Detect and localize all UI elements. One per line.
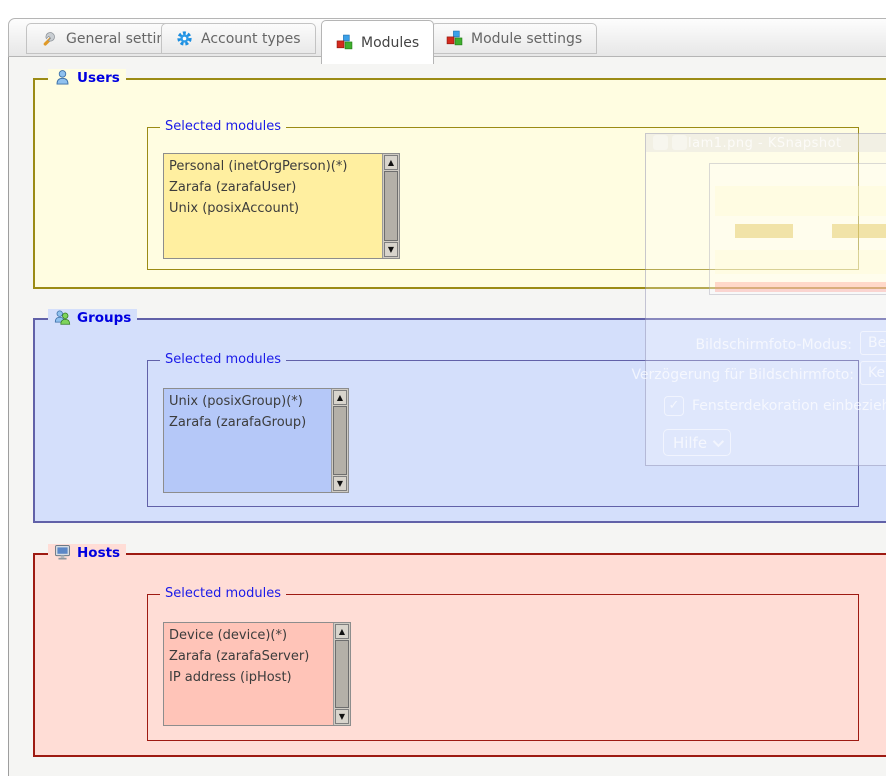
scrollbar[interactable]: ▲ ▼ (333, 623, 350, 725)
scroll-down-button[interactable]: ▼ (384, 242, 398, 257)
section-title: Groups (77, 310, 131, 326)
list-item[interactable]: Unix (posixAccount) (164, 198, 382, 219)
scroll-up-button[interactable]: ▲ (333, 390, 347, 405)
groups-modules-listbox[interactable]: Unix (posixGroup)(*) Zarafa (zarafaGroup… (163, 388, 349, 493)
scroll-down-button[interactable]: ▼ (333, 476, 347, 491)
user-icon (54, 69, 71, 86)
users-modules-list: Personal (inetOrgPerson)(*) Zarafa (zara… (164, 156, 382, 258)
hosts-modules-listbox[interactable]: Device (device)(*) Zarafa (zarafaServer)… (163, 622, 351, 726)
list-item[interactable]: Personal (inetOrgPerson)(*) (164, 156, 382, 177)
tab-label: Account types (201, 31, 301, 47)
scrollbar[interactable]: ▲ ▼ (382, 154, 399, 258)
users-selected-modules-fieldset: Selected modules Personal (inetOrgPerson… (147, 127, 859, 270)
modules-icon (336, 34, 353, 51)
scrollbar-thumb[interactable] (335, 640, 349, 708)
users-fieldset: Users Selected modules Personal (inetOrg… (33, 78, 886, 289)
groups-modules-list: Unix (posixGroup)(*) Zarafa (zarafaGroup… (164, 391, 331, 492)
list-item[interactable]: Unix (posixGroup)(*) (164, 391, 331, 412)
tab-bar: General settings Account types Modules (8, 18, 886, 57)
section-title: Users (77, 70, 120, 86)
groups-legend: Groups (48, 309, 137, 326)
hosts-modules-list: Device (device)(*) Zarafa (zarafaServer)… (164, 625, 333, 725)
scrollbar-thumb[interactable] (333, 406, 347, 475)
list-item[interactable]: Zarafa (zarafaServer) (164, 646, 333, 667)
users-legend: Users (48, 69, 126, 86)
list-item[interactable]: Zarafa (zarafaUser) (164, 177, 382, 198)
selected-modules-label: Selected modules (160, 586, 286, 601)
tab-label: Modules (361, 35, 419, 51)
hosts-legend: Hosts (48, 544, 126, 561)
users-modules-listbox[interactable]: Personal (inetOrgPerson)(*) Zarafa (zara… (163, 153, 400, 259)
modules-icon (446, 30, 463, 47)
hosts-fieldset: Hosts Selected modules Device (device)(*… (33, 553, 886, 757)
list-item[interactable]: Device (device)(*) (164, 625, 333, 646)
scroll-down-button[interactable]: ▼ (335, 709, 349, 724)
scroll-up-button[interactable]: ▲ (335, 624, 349, 639)
selected-modules-label: Selected modules (160, 352, 286, 367)
monitor-icon (54, 544, 71, 561)
wrench-icon (41, 30, 58, 47)
groups-selected-modules-fieldset: Selected modules Unix (posixGroup)(*) Za… (147, 360, 859, 507)
groups-fieldset: Groups Selected modules Unix (posixGroup… (33, 318, 886, 523)
section-title: Hosts (77, 545, 120, 561)
list-item[interactable]: IP address (ipHost) (164, 667, 333, 688)
tab-label: Module settings (471, 31, 582, 47)
scrollbar-thumb[interactable] (384, 171, 398, 241)
selected-modules-label: Selected modules (160, 119, 286, 134)
groups-icon (54, 309, 71, 326)
scrollbar[interactable]: ▲ ▼ (331, 389, 348, 492)
tab-modules[interactable]: Modules (321, 20, 434, 64)
tab-account-types[interactable]: Account types (161, 23, 316, 54)
tab-module-settings[interactable]: Module settings (431, 23, 597, 54)
hosts-selected-modules-fieldset: Selected modules Device (device)(*) Zara… (147, 594, 859, 741)
gear-icon (176, 30, 193, 47)
scroll-up-button[interactable]: ▲ (384, 155, 398, 170)
list-item[interactable]: Zarafa (zarafaGroup) (164, 412, 331, 433)
